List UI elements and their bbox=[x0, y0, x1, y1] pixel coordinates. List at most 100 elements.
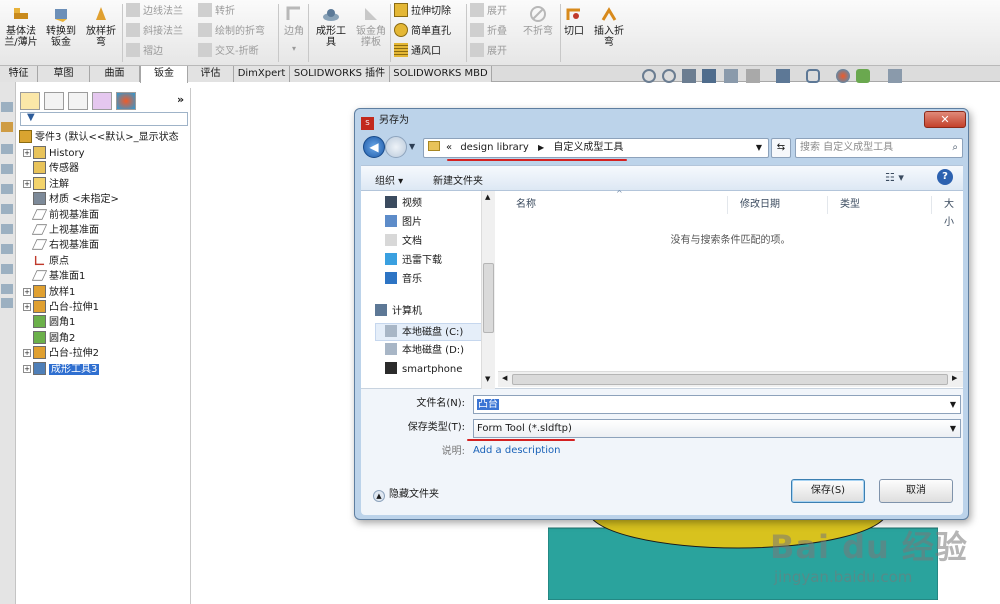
convert-to-sheet-metal-button[interactable]: 转换到 钣金 bbox=[42, 2, 80, 48]
vent-button[interactable]: 通风口 bbox=[394, 43, 441, 61]
apply-scene-icon[interactable] bbox=[836, 69, 850, 83]
breadcrumb-overflow[interactable]: « bbox=[446, 142, 452, 153]
strip-icon[interactable] bbox=[1, 184, 13, 194]
display-style-icon[interactable] bbox=[746, 69, 760, 83]
save-button[interactable]: 保存(S) bbox=[791, 479, 865, 503]
expand-toggle-icon[interactable]: + bbox=[23, 303, 31, 311]
jog-button[interactable]: 转折 bbox=[198, 3, 235, 21]
base-flange-button[interactable]: 基体法 兰/薄片 bbox=[2, 2, 40, 48]
cancel-button[interactable]: 取消 bbox=[879, 479, 953, 503]
strip-icon[interactable] bbox=[1, 298, 13, 308]
tab-sketch[interactable]: 草图 bbox=[38, 66, 90, 82]
nav-item[interactable]: 视频 bbox=[385, 195, 422, 213]
scroll-down-icon[interactable]: ▼ bbox=[485, 375, 490, 383]
strip-icon[interactable] bbox=[1, 144, 13, 154]
scroll-right-icon[interactable]: ▶ bbox=[952, 374, 957, 382]
filename-dropdown-icon[interactable]: ▼ bbox=[950, 396, 956, 413]
tree-filter-input[interactable]: ▼ bbox=[20, 112, 188, 126]
view-settings-icon[interactable] bbox=[856, 69, 870, 83]
expand-toggle-icon[interactable]: + bbox=[23, 349, 31, 358]
scroll-thumb[interactable] bbox=[512, 374, 948, 385]
strip-icon[interactable] bbox=[1, 204, 13, 214]
tree-node[interactable]: 圆角1 bbox=[23, 315, 75, 330]
address-dropdown-icon[interactable]: ▼ bbox=[756, 139, 762, 157]
scroll-up-icon[interactable]: ▲ bbox=[485, 193, 490, 201]
monitor-icon[interactable] bbox=[888, 69, 902, 83]
expand-toggle-icon[interactable]: + bbox=[23, 287, 31, 296]
tree-node[interactable]: + 凸台-拉伸1 bbox=[23, 300, 99, 315]
tree-node[interactable]: 圆角2 bbox=[23, 330, 75, 346]
tree-node[interactable]: 材质 <未指定> bbox=[23, 192, 119, 207]
strip-icon[interactable] bbox=[1, 122, 13, 132]
nav-item[interactable]: 图片 bbox=[385, 214, 422, 232]
nav-item[interactable]: smartphone bbox=[385, 361, 462, 379]
tree-node[interactable]: 右视基准面 bbox=[23, 238, 99, 253]
scroll-left-icon[interactable]: ◀ bbox=[502, 374, 507, 382]
tree-node[interactable]: 基准面1 bbox=[23, 269, 85, 284]
filename-input[interactable]: 凸台 ▼ bbox=[473, 395, 961, 414]
expand-toggle-icon[interactable]: + bbox=[23, 364, 31, 373]
breadcrumb[interactable]: « design library ▶ 自定义成型工具 ▼ bbox=[423, 138, 769, 158]
fold-button[interactable]: 折叠 bbox=[470, 23, 507, 41]
forming-tool-button[interactable]: 成形工 具 bbox=[312, 2, 350, 48]
rip-button[interactable]: 切口 bbox=[562, 2, 586, 37]
unfold-button[interactable]: 展开 bbox=[470, 3, 507, 21]
file-list[interactable]: ^ 名称 修改日期 类型 大小 没有与搜索条件匹配的项。 ◀ ▶ bbox=[498, 189, 963, 389]
filetype-dropdown-icon[interactable]: ▼ bbox=[950, 420, 956, 437]
close-button[interactable]: ✕ bbox=[924, 111, 966, 128]
corner-button[interactable]: 边角 ▾ bbox=[282, 2, 306, 54]
simple-hole-button[interactable]: 简单直孔 bbox=[394, 23, 451, 41]
file-list-scrollbar[interactable]: ◀ ▶ bbox=[498, 371, 963, 387]
extruded-cut-button[interactable]: 拉伸切除 bbox=[394, 3, 451, 21]
sketched-bend-button[interactable]: 绘制的折弯 bbox=[198, 23, 265, 41]
breadcrumb-separator-icon[interactable]: ▶ bbox=[538, 143, 544, 152]
tab-dimxpert[interactable]: DimXpert bbox=[234, 66, 290, 82]
tree-node[interactable]: + 凸台-拉伸2 bbox=[23, 346, 99, 361]
search-icon[interactable]: ⌕ bbox=[952, 139, 958, 157]
column-header-size[interactable]: 大小 bbox=[932, 196, 963, 228]
strip-icon[interactable] bbox=[1, 284, 13, 294]
expand-toggle-icon[interactable]: + bbox=[23, 179, 31, 188]
view-orientation-icon[interactable] bbox=[724, 69, 738, 83]
forward-button[interactable] bbox=[385, 136, 407, 158]
history-dropdown-icon[interactable]: ▼ bbox=[409, 142, 415, 151]
search-input[interactable]: 搜索 自定义成型工具 ⌕ bbox=[795, 138, 963, 158]
nav-item[interactable]: 本地磁盘 (C:) bbox=[375, 323, 489, 341]
flatten-button[interactable]: 展开 bbox=[470, 43, 507, 61]
column-header-type[interactable]: 类型 bbox=[828, 196, 932, 214]
tab-surfaces[interactable]: 曲面 bbox=[90, 66, 140, 82]
column-header-modified[interactable]: 修改日期 bbox=[728, 196, 828, 214]
tree-node[interactable]: 原点 bbox=[23, 254, 69, 269]
nav-item[interactable]: 计算机 bbox=[375, 303, 422, 321]
strip-icon[interactable] bbox=[1, 264, 13, 274]
display-manager-tab-icon[interactable] bbox=[116, 92, 136, 110]
scroll-thumb[interactable] bbox=[483, 263, 494, 333]
strip-icon[interactable] bbox=[1, 244, 13, 254]
section-view-icon[interactable] bbox=[702, 69, 716, 83]
nav-item[interactable]: 本地磁盘 (D:) bbox=[385, 342, 464, 360]
tab-solidworks-mbd[interactable]: SOLIDWORKS MBD bbox=[390, 66, 492, 82]
tree-node[interactable]: 传感器 bbox=[23, 161, 79, 176]
insert-bends-button[interactable]: 插入折 弯 bbox=[590, 2, 628, 48]
edit-appearance-icon[interactable] bbox=[806, 69, 820, 83]
dimxpert-tab-icon[interactable] bbox=[92, 92, 112, 110]
nav-item[interactable]: 音乐 bbox=[385, 271, 422, 289]
strip-icon[interactable] bbox=[1, 102, 13, 112]
organize-menu[interactable]: 组织 ▾ bbox=[375, 172, 403, 187]
hide-show-items-icon[interactable] bbox=[776, 69, 790, 83]
breadcrumb-item[interactable]: 自定义成型工具 bbox=[553, 142, 623, 153]
zoom-to-fit-icon[interactable] bbox=[642, 69, 656, 83]
nav-item[interactable]: 文档 bbox=[385, 233, 422, 251]
feature-tree-tab-icon[interactable] bbox=[20, 92, 40, 110]
zoom-to-area-icon[interactable] bbox=[662, 69, 676, 83]
tree-node[interactable]: 上视基准面 bbox=[23, 223, 99, 238]
tree-root-part[interactable]: 零件3 (默认<<默认>_显示状态 bbox=[19, 130, 179, 145]
column-header-name[interactable]: 名称 bbox=[504, 196, 728, 214]
expand-toggle-icon[interactable]: + bbox=[23, 149, 31, 157]
hide-folders-toggle[interactable]: ▲ 隐藏文件夹 bbox=[373, 485, 439, 502]
miter-flange-button[interactable]: 斜接法兰 bbox=[126, 23, 183, 41]
no-bends-button[interactable]: 不折弯 bbox=[518, 2, 558, 37]
strip-icon[interactable] bbox=[1, 164, 13, 174]
cross-break-button[interactable]: 交叉-折断 bbox=[198, 43, 259, 61]
gusset-button[interactable]: 钣金角 撑板 bbox=[352, 2, 390, 48]
